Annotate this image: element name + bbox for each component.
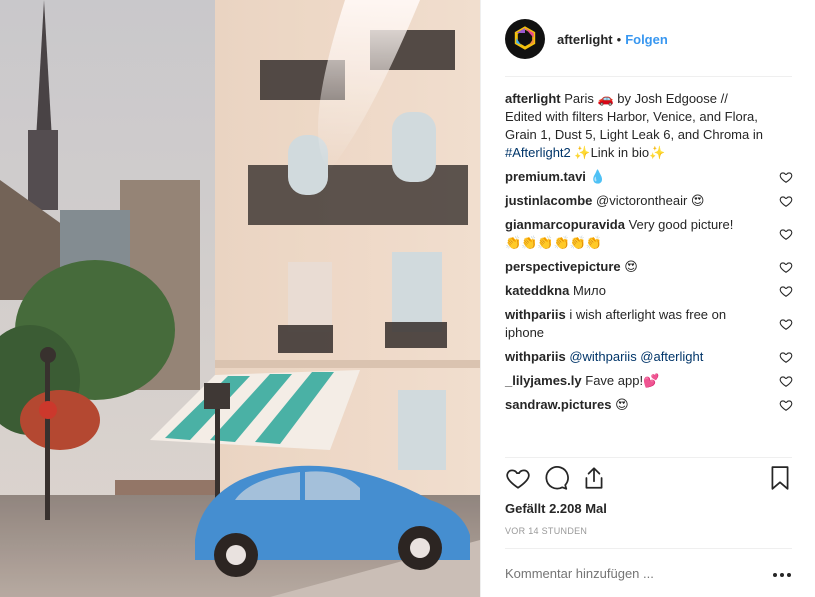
comment: justinlacombe @victorontheair 😍: [505, 192, 793, 210]
caption-author[interactable]: afterlight: [505, 91, 561, 106]
comment-author[interactable]: _lilyjames.ly: [505, 373, 582, 388]
post-side-panel: afterlight • Folgen afterlight Paris 🚗 b…: [480, 0, 815, 597]
share-icon[interactable]: [581, 465, 607, 491]
comment-author[interactable]: sandraw.pictures: [505, 397, 611, 412]
comment-text: 😍: [615, 397, 629, 412]
like-comment-heart-icon[interactable]: [779, 350, 793, 364]
comment: _lilyjames.ly Fave app!💕: [505, 372, 793, 390]
comment-text: @victorontheair 😍: [596, 193, 705, 208]
likes-count[interactable]: Gefällt 2.208 Mal: [505, 501, 607, 516]
comment: sandraw.pictures 😍: [505, 396, 793, 414]
comment: perspectivepicture 😍: [505, 258, 793, 276]
hashtag-link[interactable]: #Afterlight2: [505, 145, 571, 160]
post-photo[interactable]: [0, 0, 480, 597]
comment-author[interactable]: justinlacombe: [505, 193, 592, 208]
avatar[interactable]: [505, 19, 545, 59]
comment: premium.tavi 💧: [505, 168, 793, 186]
comment: gianmarcopuravida Very good picture! 👏👏👏…: [505, 216, 793, 252]
instagram-post: afterlight • Folgen afterlight Paris 🚗 b…: [0, 0, 815, 597]
more-dots-icon[interactable]: [772, 572, 792, 578]
comment-text: Fave app!💕: [585, 373, 660, 388]
like-comment-heart-icon[interactable]: [779, 374, 793, 388]
like-comment-heart-icon[interactable]: [779, 170, 793, 184]
comment-author[interactable]: withpariis: [505, 349, 566, 364]
caption: afterlight Paris 🚗 by Josh Edgoose // Ed…: [505, 90, 765, 162]
like-comment-heart-icon[interactable]: [779, 398, 793, 412]
comment-author[interactable]: premium.tavi: [505, 169, 586, 184]
comment-author[interactable]: kateddkna: [505, 283, 569, 298]
caption-text-1: Paris: [564, 91, 598, 106]
comment-author[interactable]: perspectivepicture: [505, 259, 621, 274]
caption-text-3: ✨Link in bio✨: [570, 145, 666, 160]
comment: kateddkna Мило: [505, 282, 793, 300]
like-comment-heart-icon[interactable]: [779, 227, 793, 241]
comment-input[interactable]: [505, 562, 755, 584]
post-timestamp[interactable]: VOR 14 STUNDEN: [505, 526, 587, 536]
speech-bubble-icon[interactable]: [543, 465, 569, 491]
comments-list: afterlight Paris 🚗 by Josh Edgoose // Ed…: [505, 90, 795, 414]
afterlight-logo-icon: [513, 25, 537, 53]
like-comment-heart-icon[interactable]: [779, 260, 793, 274]
comment-text: 😍: [624, 259, 638, 274]
bookmark-icon[interactable]: [767, 465, 793, 491]
header-username[interactable]: afterlight: [557, 32, 613, 47]
like-comment-heart-icon[interactable]: [779, 284, 793, 298]
divider: [505, 76, 792, 77]
follow-button[interactable]: Folgen: [625, 32, 668, 47]
comment-author[interactable]: gianmarcopuravida: [505, 217, 625, 232]
action-bar: [505, 465, 795, 495]
comment-author[interactable]: withpariis: [505, 307, 566, 322]
header-separator: •: [616, 31, 622, 47]
comment-text: 💧: [589, 169, 606, 184]
divider: [505, 457, 792, 458]
like-comment-heart-icon[interactable]: [779, 194, 793, 208]
comment-mentions[interactable]: @withpariis @afterlight: [569, 349, 703, 364]
car-emoji: 🚗: [597, 91, 614, 106]
post-header: afterlight • Folgen: [505, 18, 773, 60]
divider: [505, 548, 792, 549]
heart-outline-icon[interactable]: [505, 465, 531, 491]
comment: withpariis @withpariis @afterlight: [505, 348, 793, 366]
like-comment-heart-icon[interactable]: [779, 317, 793, 331]
comment-text: Мило: [572, 283, 606, 298]
comment: withpariis i wish afterlight was free on…: [505, 306, 793, 342]
